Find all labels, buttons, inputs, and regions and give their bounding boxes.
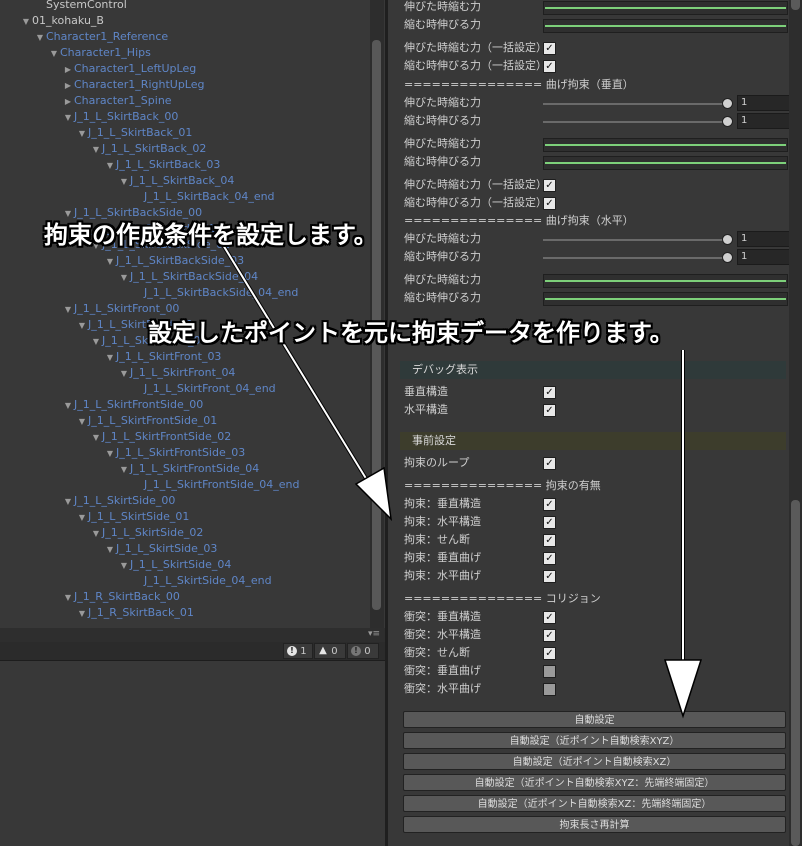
annotation-note-1: 拘束の作成条件を設定します。 bbox=[44, 221, 378, 249]
annotation-note-2: 設定したポイントを元に拘束データを作ります。 bbox=[148, 319, 674, 347]
annotation-arrows bbox=[218, 238, 703, 719]
arrow-to-pre-settings bbox=[218, 238, 393, 522]
arrow-to-auto-setup-button bbox=[663, 350, 703, 719]
